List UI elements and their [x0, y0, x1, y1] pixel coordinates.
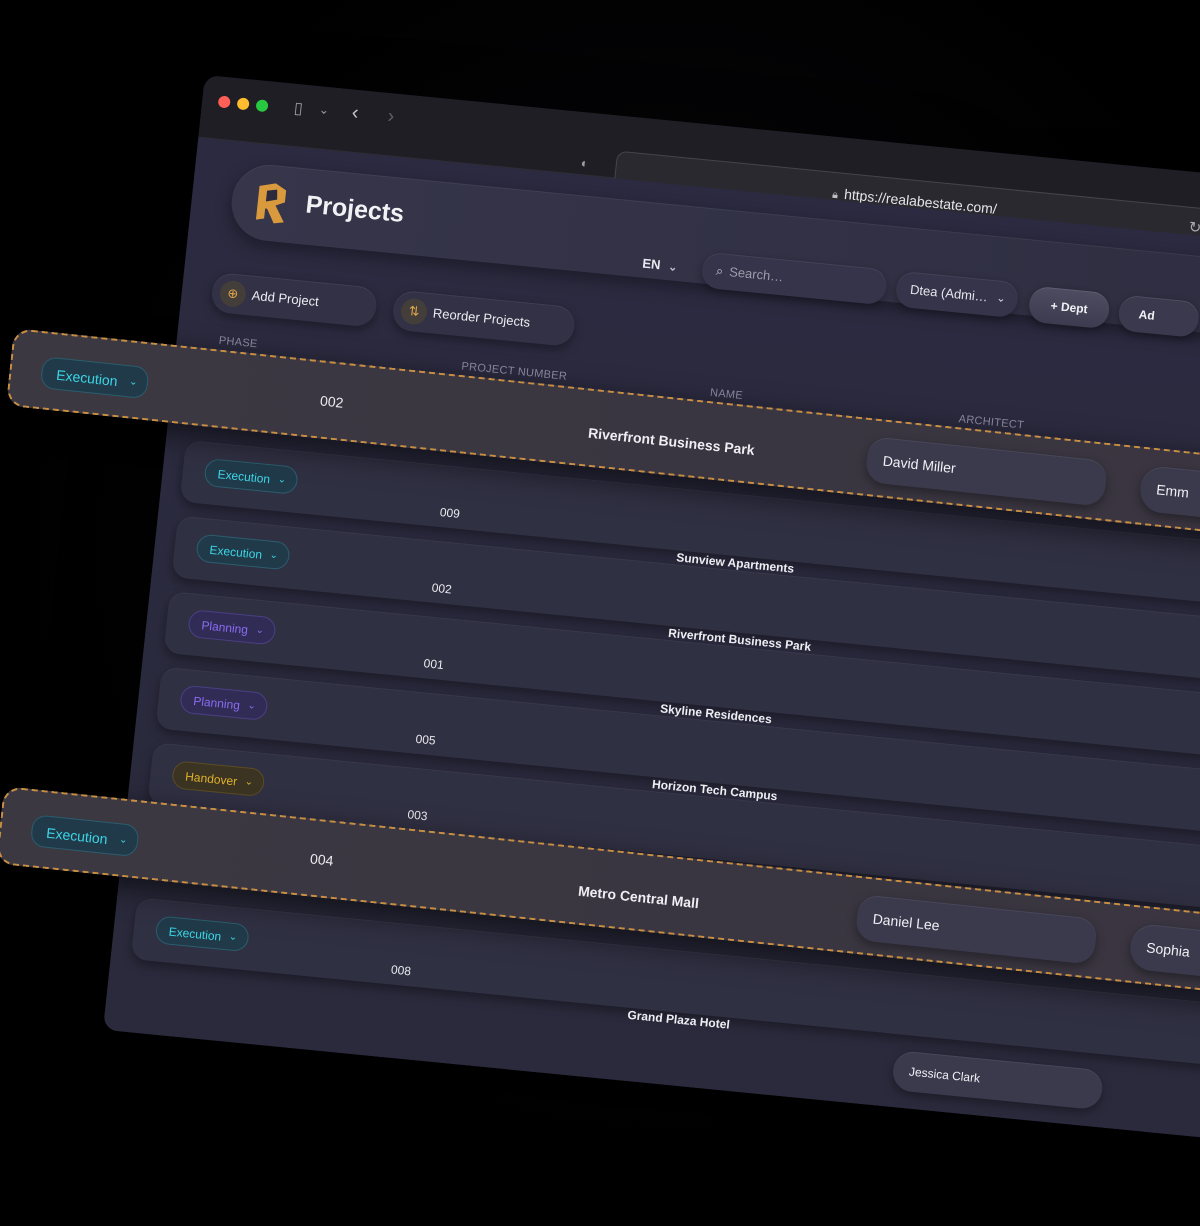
shield-icon[interactable]: ◐	[580, 155, 589, 171]
back-arrow-icon[interactable]: ‹	[351, 102, 360, 126]
column-header-phase[interactable]: PHASE	[218, 335, 258, 351]
project-number: 003	[406, 807, 429, 824]
search-icon: ⌕	[715, 262, 725, 279]
project-number: 004	[309, 850, 335, 869]
add-button[interactable]: Ad	[1117, 294, 1200, 339]
user-label: Dtea (Admi…	[909, 281, 989, 305]
chevron-down-icon: ⌄	[246, 700, 257, 712]
language-label: EN	[641, 255, 662, 273]
architect-field[interactable]: Daniel Lee	[854, 894, 1099, 965]
forward-arrow-icon[interactable]: ›	[386, 105, 395, 129]
phase-label: Execution	[168, 924, 222, 944]
next-field[interactable]: Sophia	[1128, 922, 1200, 980]
reorder-projects-button[interactable]: ⇅ Reorder Projects	[391, 289, 577, 348]
minimize-window-button[interactable]	[236, 97, 250, 111]
project-name: Metro Central Mall	[577, 882, 700, 912]
chevron-down-icon: ⌄	[244, 776, 254, 789]
project-number: 009	[439, 505, 461, 521]
phase-label: Execution	[55, 366, 119, 390]
project-number: 002	[431, 580, 453, 597]
logo-icon	[255, 183, 287, 224]
phase-dropdown[interactable]: Execution ⌄	[195, 533, 291, 571]
project-number: 001	[422, 656, 445, 673]
chevron-down-icon: ⌄	[269, 549, 279, 562]
architect-field[interactable]: David Miller	[864, 436, 1109, 507]
phase-label: Execution	[208, 542, 263, 562]
phase-label: Execution	[216, 467, 271, 487]
phase-dropdown[interactable]: Execution ⌄	[29, 814, 141, 858]
phase-dropdown[interactable]: Planning ⌄	[179, 684, 269, 721]
phase-label: Execution	[45, 824, 109, 848]
add-project-label: Add Project	[251, 287, 320, 310]
project-name: Grand Plaza Hotel	[626, 1007, 731, 1032]
sidebar-toggle-icon[interactable]: ▯	[293, 98, 304, 119]
project-number: 002	[319, 392, 345, 411]
chevron-down-icon: ⌄	[995, 292, 1007, 306]
maximize-window-button[interactable]	[255, 99, 269, 113]
next-field[interactable]: Emm	[1138, 464, 1200, 522]
search-placeholder: Search…	[728, 264, 785, 285]
phase-dropdown[interactable]: Execution ⌄	[203, 457, 299, 495]
phase-label: Handover	[184, 769, 238, 789]
chevron-down-icon[interactable]: ⌄	[318, 102, 330, 117]
chevron-down-icon: ⌄	[128, 376, 139, 389]
phase-dropdown[interactable]: Handover ⌄	[171, 760, 266, 798]
project-number: 008	[390, 962, 412, 979]
chevron-down-icon: ⌄	[667, 261, 679, 274]
chevron-down-icon: ⌄	[118, 834, 129, 847]
folder-plus-icon: ⊕	[218, 279, 248, 308]
project-name: Riverfront Business Park	[587, 424, 756, 459]
architect-field[interactable]: Jessica Clark	[891, 1050, 1105, 1111]
scene: ▯ ⌄ ‹ › ◐ 🔒︎ https://realabestate.com/ ↻ …	[0, 0, 1200, 1226]
page-title: Projects	[304, 190, 406, 229]
reorder-icon: ⇅	[399, 297, 429, 326]
column-header-name[interactable]: NAME	[709, 387, 743, 402]
browser-window: ▯ ⌄ ‹ › ◐ 🔒︎ https://realabestate.com/ ↻ …	[102, 75, 1200, 1145]
add-project-button[interactable]: ⊕ Add Project	[209, 271, 379, 328]
phase-dropdown[interactable]: Execution ⌄	[39, 356, 151, 400]
phase-label: Planning	[192, 693, 241, 713]
chevron-down-icon: ⌄	[228, 931, 238, 944]
app-content: Projects EN ⌄ ⌕ Search… Dtea (Admi… ⌄ + De…	[102, 137, 1200, 1145]
close-window-button[interactable]	[217, 95, 231, 109]
reorder-projects-label: Reorder Projects	[432, 305, 531, 330]
chevron-down-icon: ⌄	[277, 474, 287, 486]
add-dept-button[interactable]: + Dept	[1027, 285, 1111, 330]
phase-dropdown[interactable]: Planning ⌄	[187, 609, 277, 646]
project-number: 005	[414, 731, 437, 748]
chevron-down-icon: ⌄	[255, 624, 265, 637]
phase-dropdown[interactable]: Execution ⌄	[154, 915, 250, 953]
phase-label: Planning	[200, 618, 249, 637]
